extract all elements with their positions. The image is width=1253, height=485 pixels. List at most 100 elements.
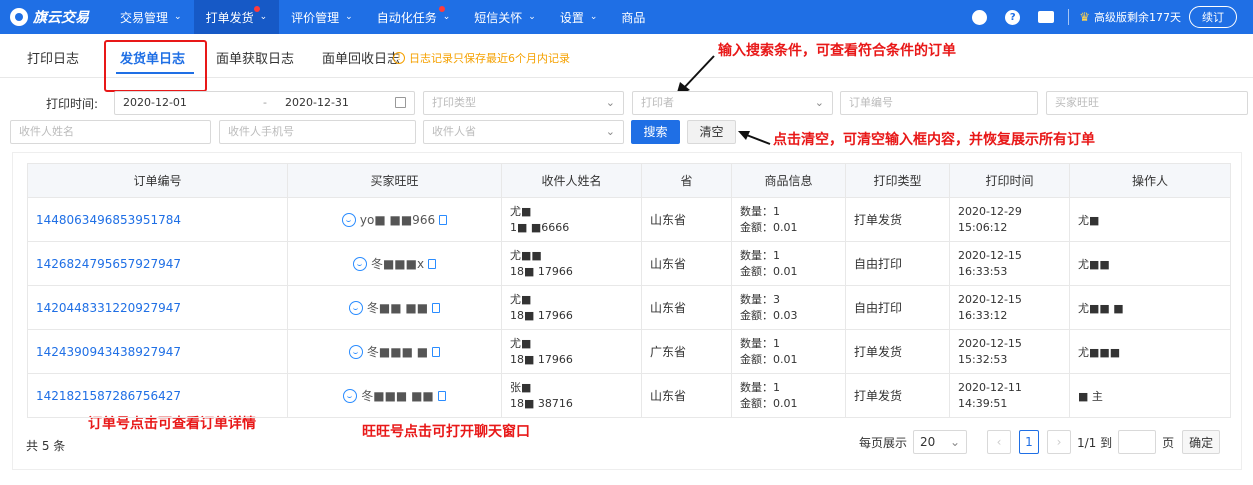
notification-icon[interactable]	[972, 9, 988, 25]
col-buyer: 买家旺旺	[287, 163, 502, 198]
copy-icon[interactable]	[428, 258, 437, 269]
buyer-wangwang-link[interactable]: 冬■■■ ■■	[361, 387, 434, 404]
nav-settings[interactable]: 设置 ⌄	[548, 0, 610, 34]
divider	[1068, 9, 1070, 25]
copy-icon[interactable]	[437, 390, 446, 401]
receiver-cell: 尤■ 1■ ■6666	[501, 197, 642, 242]
shipping-log-table: 订单编号 买家旺旺 收件人姓名 省 商品信息 打印类型 打印时间 操作人 144…	[27, 163, 1231, 418]
wangwang-icon[interactable]	[348, 344, 363, 359]
product-info-cell: 数量：3 金额：0.03	[731, 285, 846, 330]
page-size-select[interactable]: 20 ⌄	[913, 430, 968, 454]
col-product-info: 商品信息	[731, 163, 846, 198]
nav-settings-label: 设置	[559, 10, 584, 25]
tab-waybill-get-log[interactable]: 面单获取日志	[216, 48, 294, 67]
product-amount: 金额：0.03	[740, 308, 798, 322]
date-end: 2020-12-31	[285, 96, 349, 109]
table-row: 1448063496853951784 yo■ ■■966 尤■ 1■ ■6666 山东…	[27, 197, 1231, 242]
order-cell: 1424390943438927947	[27, 329, 288, 374]
print-date: 2020-12-15	[958, 336, 1022, 350]
order-link[interactable]: 1420448331220927947	[36, 301, 181, 315]
clear-button[interactable]: 清空	[687, 120, 736, 144]
tab-print-log[interactable]: 打印日志	[27, 48, 79, 67]
buyer-wangwang-link[interactable]: yo■ ■■966	[360, 213, 435, 227]
buyer-cell: yo■ ■■966	[287, 197, 502, 242]
print-date: 2020-12-11	[958, 380, 1022, 394]
chevron-left-icon[interactable]: ‹	[987, 430, 1011, 454]
print-type-select[interactable]: 打印类型 ⌄	[423, 91, 624, 115]
copy-icon[interactable]	[439, 214, 448, 225]
confirm-button[interactable]: 确定	[1182, 430, 1221, 454]
wangwang-icon[interactable]	[341, 212, 356, 227]
receiver-cell: 张■ 18■ 38716	[501, 373, 642, 418]
buyer-wangwang-link[interactable]: 冬■■ ■■	[367, 299, 428, 316]
version-remaining: 高级版剩余177天	[1094, 11, 1181, 24]
order-number-input[interactable]: 订单编号	[840, 91, 1038, 115]
message-icon[interactable]	[1038, 11, 1055, 23]
active-tab-highlight	[104, 40, 207, 92]
product-info-cell: 数量：1 金额：0.01	[731, 329, 846, 374]
app-logo[interactable]: 旗云交易	[0, 7, 108, 27]
nav-sms[interactable]: 短信关怀 ⌄	[462, 0, 548, 34]
page-1-button[interactable]: 1	[1019, 430, 1039, 454]
nav-review[interactable]: 评价管理 ⌄	[279, 0, 365, 34]
product-amount: 金额：0.01	[740, 220, 798, 234]
top-right-tools: ? ♛ 高级版剩余177天 续订	[972, 0, 1253, 34]
page-jump-input[interactable]	[1118, 430, 1157, 454]
tab-waybill-recycle-log[interactable]: 面单回收日志	[322, 48, 400, 67]
print-type-cell: 自由打印	[845, 241, 950, 286]
receiver-phone-input[interactable]: 收件人手机号	[219, 120, 416, 144]
chevron-down-icon: ⌄	[949, 435, 961, 449]
date-range-picker[interactable]: 2020-12-01 - 2020-12-31	[114, 91, 415, 115]
arrow-icon	[738, 131, 771, 145]
active-tab-underline	[116, 72, 194, 74]
operator-cell: 尤■■ ■	[1069, 285, 1231, 330]
buyer-wangwang-input[interactable]: 买家旺旺	[1046, 91, 1248, 115]
printer-select[interactable]: 打印者 ⌄	[632, 91, 833, 115]
order-link[interactable]: 1424390943438927947	[36, 345, 181, 359]
nav-automation[interactable]: 自动化任务 ⌄	[365, 0, 463, 34]
page-size-value: 20	[920, 435, 936, 449]
receiver-province-select[interactable]: 收件人省 ⌄	[423, 120, 624, 144]
nav-products[interactable]: 商品	[609, 0, 657, 34]
chevron-right-icon[interactable]: ›	[1047, 430, 1071, 454]
info-icon: !	[393, 52, 405, 64]
receiver-name-input[interactable]: 收件人姓名	[10, 120, 211, 144]
copy-icon[interactable]	[432, 302, 441, 313]
nav-automation-label: 自动化任务	[376, 10, 437, 25]
print-time-cell: 2020-12-29 15:06:12	[949, 197, 1070, 242]
col-receiver-name: 收件人姓名	[501, 163, 642, 198]
notice-text: 日志记录只保存最近6个月内记录	[409, 52, 570, 65]
app-name: 旗云交易	[33, 10, 89, 26]
product-amount: 金额：0.01	[740, 396, 798, 410]
order-cell: 1426824795657927947	[27, 241, 288, 286]
per-page-label: 每页展示	[859, 435, 908, 450]
pagination: ‹ 1 › 1/1 到 页 确定	[987, 430, 1221, 454]
order-link[interactable]: 1421821587286756427	[36, 389, 181, 403]
buyer-cell: 冬■■ ■■	[287, 285, 502, 330]
wangwang-icon[interactable]	[343, 388, 358, 403]
search-button[interactable]: 搜索	[631, 120, 680, 144]
nav-print-ship[interactable]: 打单发货 ⌄	[193, 0, 280, 34]
table-header-row: 订单编号 买家旺旺 收件人姓名 省 商品信息 打印类型 打印时间 操作人	[27, 163, 1231, 198]
wangwang-icon[interactable]	[352, 256, 367, 271]
col-order-no: 订单编号	[27, 163, 288, 198]
print-type-cell: 打单发货	[845, 197, 950, 242]
buyer-wangwang-link[interactable]: 冬■■■x	[371, 255, 424, 272]
order-link[interactable]: 1448063496853951784	[36, 213, 181, 227]
receiver-phone: 18■ 17966	[510, 308, 573, 322]
print-time-label: 打印时间:	[46, 97, 99, 111]
wangwang-icon[interactable]	[348, 300, 363, 315]
print-date: 2020-12-15	[958, 292, 1022, 306]
receiver-phone: 18■ 17966	[510, 264, 573, 278]
help-icon[interactable]: ?	[1005, 9, 1021, 25]
product-quantity: 数量：1	[740, 380, 780, 394]
receiver-name-placeholder: 收件人姓名	[19, 125, 74, 138]
copy-icon[interactable]	[432, 346, 441, 357]
print-type-placeholder: 打印类型	[432, 96, 476, 109]
buyer-wangwang-link[interactable]: 冬■■■ ■	[367, 343, 428, 360]
renew-button[interactable]: 续订	[1189, 6, 1237, 28]
product-amount: 金额：0.01	[740, 264, 798, 278]
order-link[interactable]: 1426824795657927947	[36, 257, 181, 271]
nav-trade[interactable]: 交易管理 ⌄	[108, 0, 194, 34]
receiver-cell: 尤■■ 18■ 17966	[501, 241, 642, 286]
